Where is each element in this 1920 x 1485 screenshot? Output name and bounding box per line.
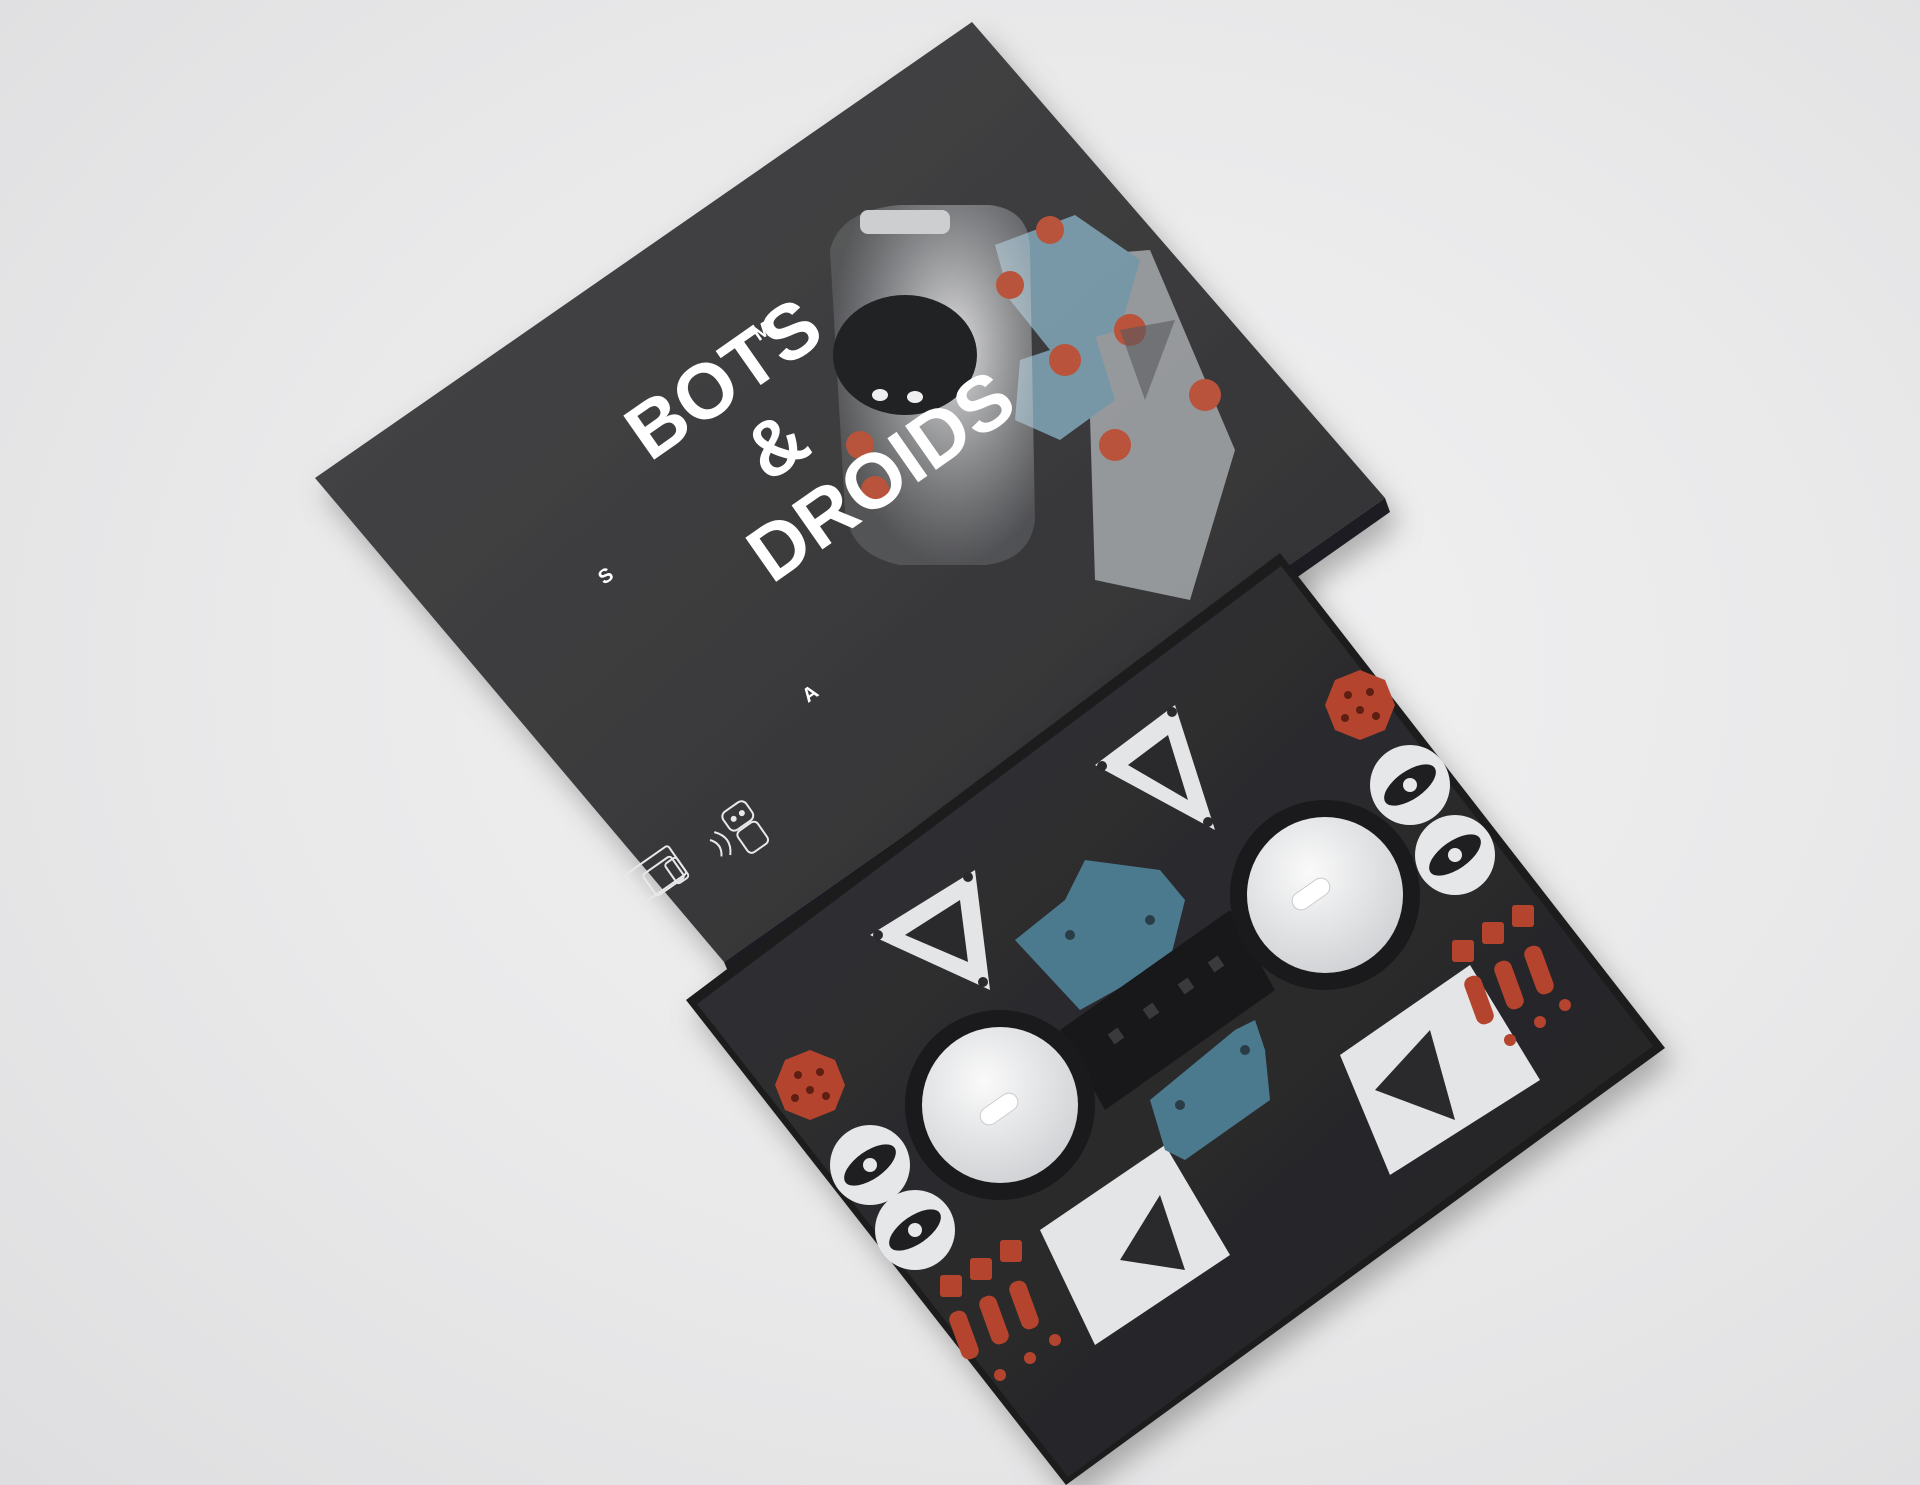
small-disc — [830, 1125, 910, 1205]
product-scene: BOTS & DROIDS M S A — [315, 22, 1665, 1485]
small-disc — [875, 1190, 955, 1270]
small-disc — [1415, 815, 1495, 895]
small-disc — [1370, 745, 1450, 825]
orange-hub — [1325, 670, 1395, 740]
wheel-disc — [1230, 800, 1420, 990]
wheel-disc — [905, 1010, 1095, 1200]
orange-hub — [775, 1050, 845, 1120]
